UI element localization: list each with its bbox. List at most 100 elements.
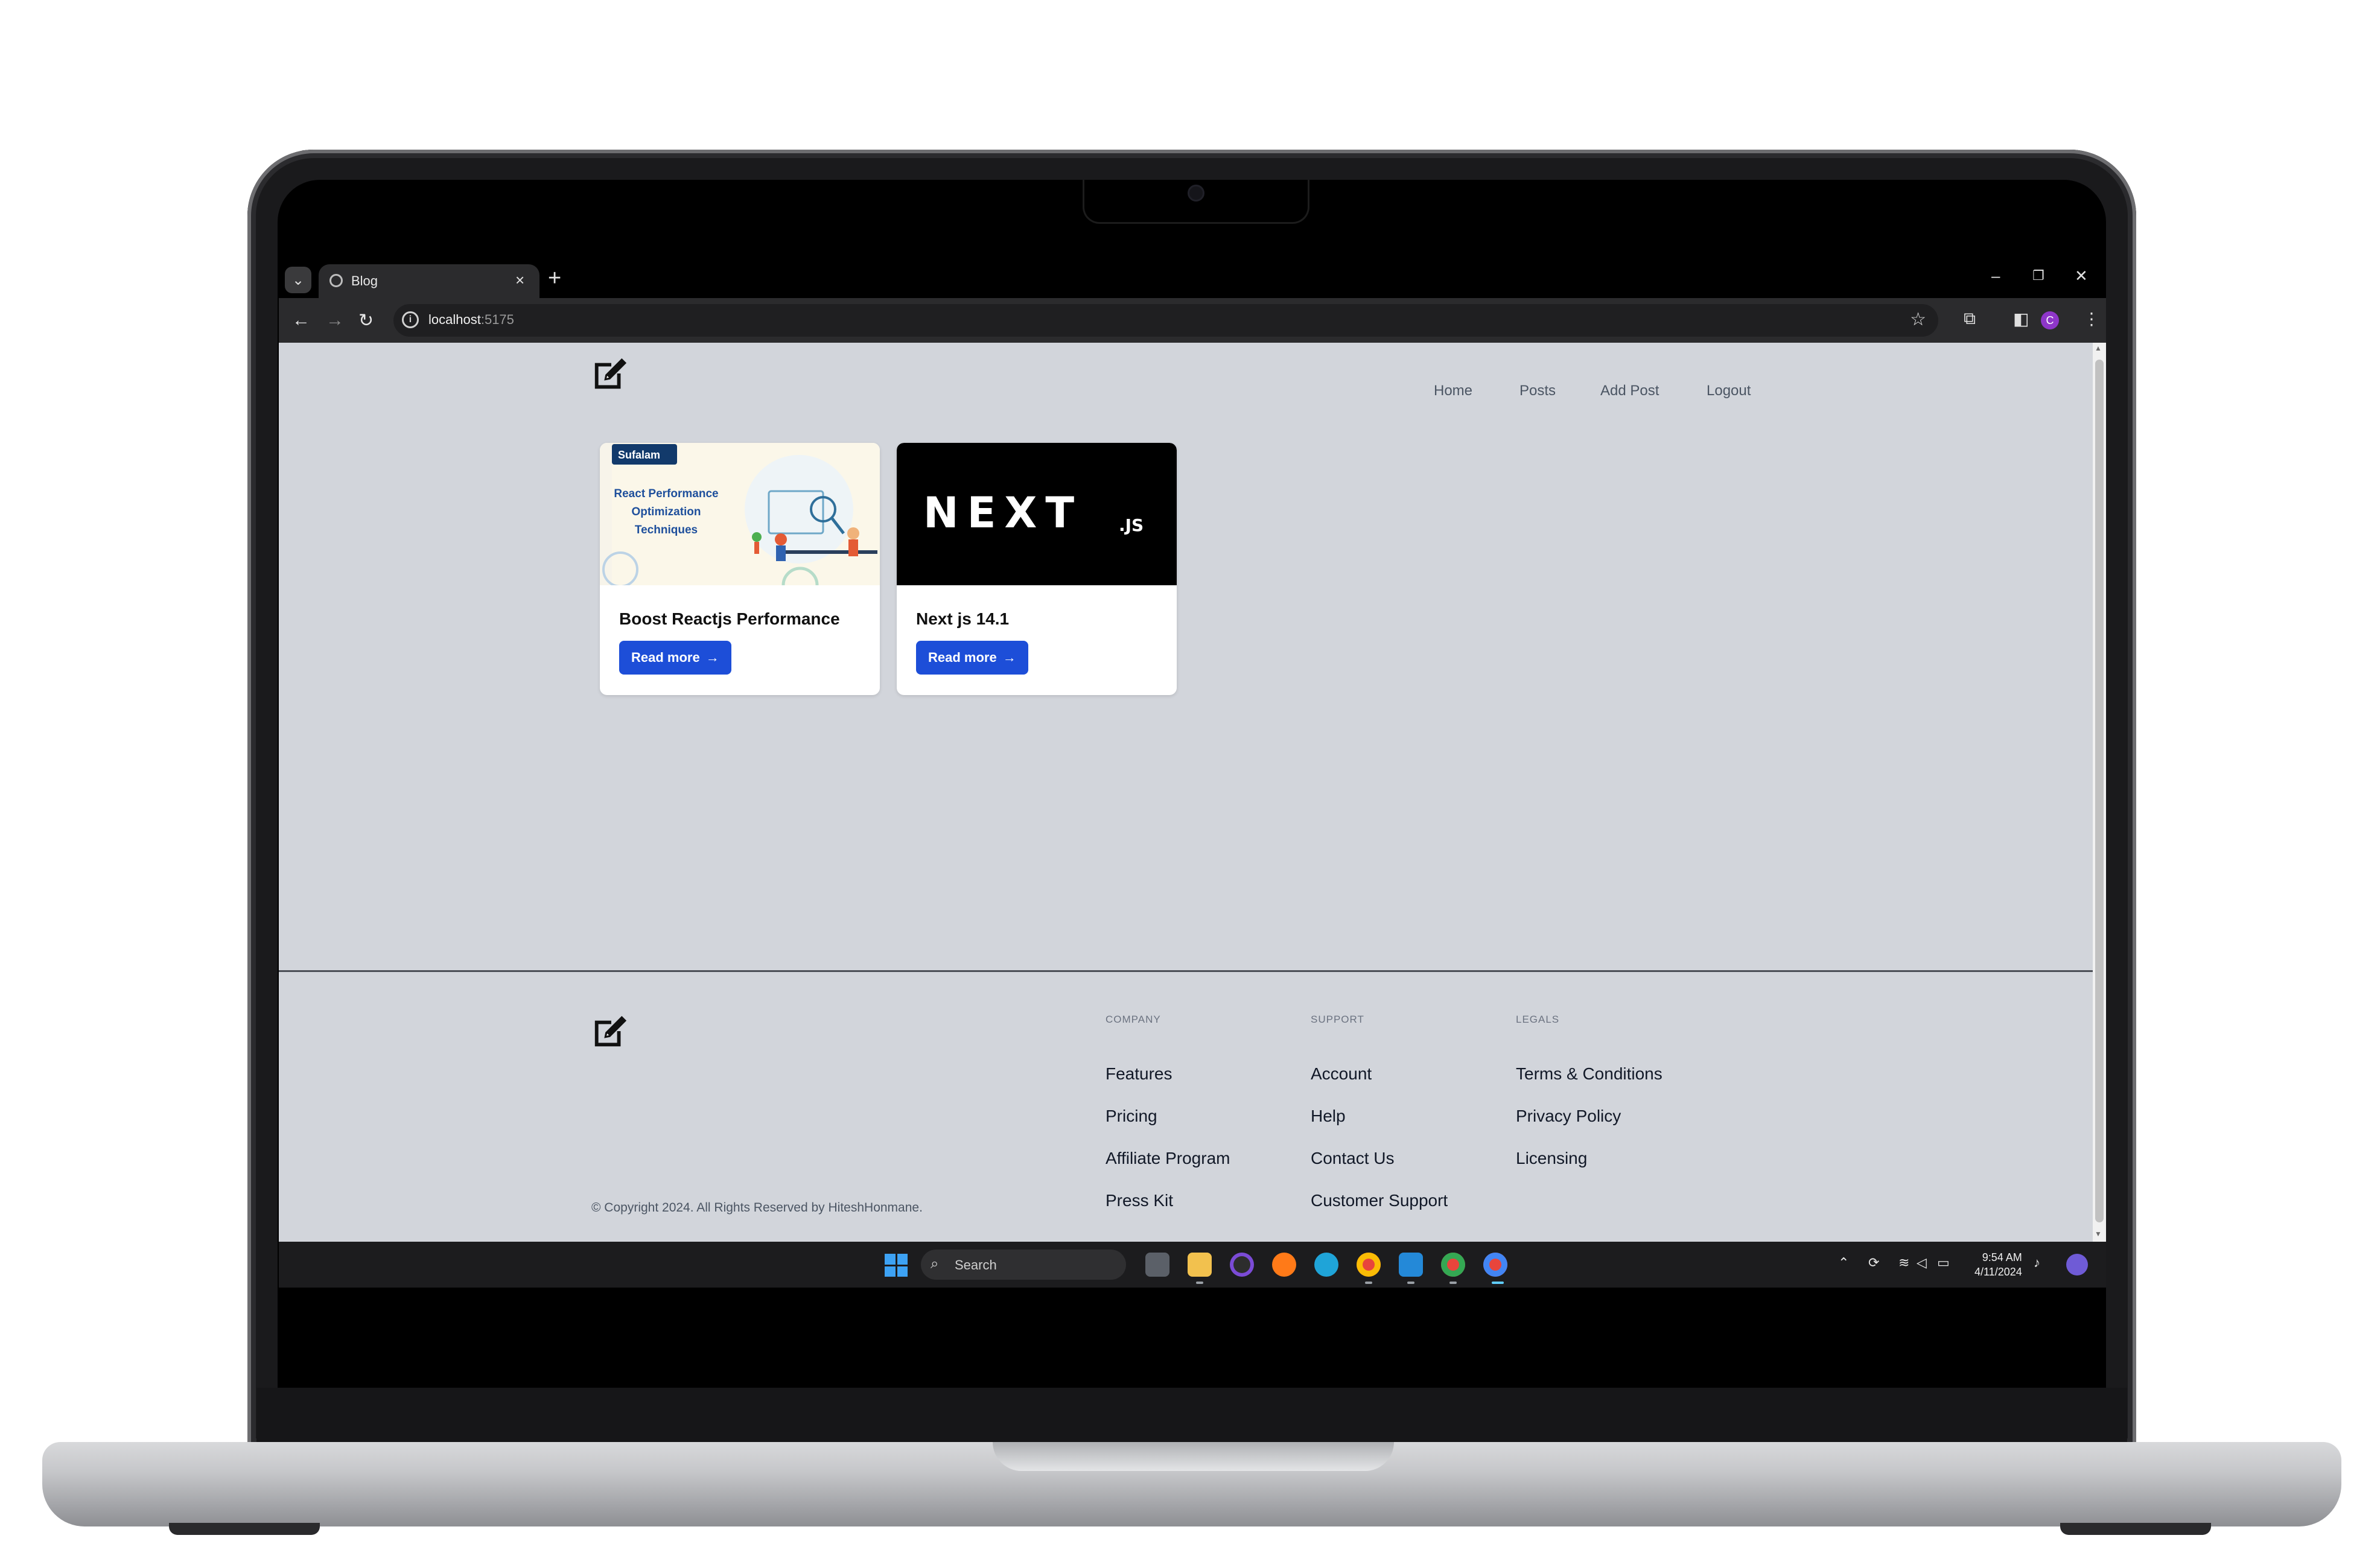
laptop-foot-right — [2060, 1523, 2211, 1535]
firefox-icon[interactable] — [1272, 1253, 1296, 1277]
running-indicator — [1407, 1282, 1414, 1284]
page-viewport: Home Posts Add Post Logout Sufalam React… — [279, 343, 2093, 1242]
svg-text:NEXT: NEXT — [923, 488, 1083, 538]
browser-toolbar: ← → ↻ i localhost:5175 ☆ ⧉ ◧ C ⋮ — [279, 298, 2106, 343]
read-more-button[interactable]: Read more → — [916, 641, 1028, 675]
footer-link[interactable]: Features — [1106, 1064, 1172, 1084]
edit-logo-icon[interactable] — [591, 1012, 629, 1050]
globe-icon — [329, 274, 343, 287]
nav-link-posts[interactable]: Posts — [1519, 383, 1556, 399]
profile-avatar[interactable]: C — [2041, 311, 2059, 329]
footer-link[interactable]: Help — [1311, 1107, 1346, 1126]
github-desktop-icon[interactable] — [1230, 1253, 1254, 1277]
laptop-foot-left — [169, 1523, 320, 1535]
extensions-icon[interactable]: ⧉ — [1964, 309, 1976, 329]
side-panel-icon[interactable]: ◧ — [2013, 309, 2029, 329]
reload-icon[interactable]: ↻ — [358, 310, 374, 331]
svg-text:Optimization: Optimization — [631, 506, 701, 518]
search-icon: ⌕ — [931, 1256, 939, 1272]
scrollbar-thumb[interactable] — [2095, 360, 2104, 1222]
new-tab-button[interactable]: + — [548, 265, 561, 291]
edge-icon[interactable] — [1314, 1253, 1338, 1277]
taskbar-search-placeholder: Search — [955, 1257, 997, 1272]
active-indicator — [1492, 1282, 1504, 1284]
restore-icon[interactable]: ❐ — [2032, 268, 2044, 284]
windows-start-icon[interactable] — [885, 1254, 908, 1277]
screen: ⌄ Blog × + – ❐ ✕ ← → ↻ i localhost:5175 … — [279, 259, 2106, 1370]
chrome-icon[interactable] — [1357, 1253, 1381, 1277]
address-bar[interactable]: i localhost:5175 ☆ — [393, 304, 1938, 337]
svg-text:Techniques: Techniques — [635, 524, 698, 536]
sync-icon[interactable]: ⟳ — [1868, 1255, 1879, 1271]
nav-link-home[interactable]: Home — [1434, 383, 1472, 399]
svg-text:React Performance: React Performance — [614, 488, 718, 500]
footer-link[interactable]: Pricing — [1106, 1107, 1157, 1126]
svg-text:.JS: .JS — [1119, 515, 1144, 535]
footer-heading-legals: LEGALS — [1516, 1014, 1560, 1025]
read-more-label: Read more — [631, 650, 700, 665]
scroll-down-icon[interactable]: ▼ — [2095, 1230, 2102, 1238]
footer-link[interactable]: Licensing — [1516, 1149, 1587, 1168]
running-indicator — [1365, 1282, 1372, 1284]
post-title[interactable]: Next js 14.1 — [916, 609, 1009, 629]
windows-taskbar: ⌕ Search ⌃ ⟳ ≋ ◁ ▭ 9:54 AM 4/11/2024 ♪ — [279, 1242, 2106, 1288]
minimize-icon[interactable]: – — [1991, 267, 2000, 285]
running-indicator — [1449, 1282, 1457, 1284]
clock-time: 9:54 AM — [1982, 1251, 2022, 1263]
task-view-icon[interactable] — [1145, 1253, 1169, 1277]
footer-link[interactable]: Terms & Conditions — [1516, 1064, 1662, 1084]
notification-bell-icon[interactable]: ♪ — [2034, 1255, 2040, 1271]
nav-link-logout[interactable]: Logout — [1707, 383, 1751, 399]
post-thumbnail: Sufalam React Performance Optimization T… — [600, 443, 880, 585]
svg-text:Sufalam: Sufalam — [618, 449, 660, 461]
tab-search-button[interactable]: ⌄ — [285, 267, 311, 293]
tab-title: Blog — [351, 273, 378, 288]
post-card: Sufalam React Performance Optimization T… — [600, 443, 880, 695]
read-more-label: Read more — [928, 650, 997, 665]
taskbar-search[interactable]: ⌕ Search — [921, 1250, 1126, 1280]
footer-link[interactable]: Account — [1311, 1064, 1372, 1084]
copilot-icon[interactable] — [2066, 1254, 2088, 1275]
camera-icon — [1188, 185, 1204, 202]
tab-strip: ⌄ Blog × + – ❐ ✕ — [279, 259, 2106, 298]
scroll-up-icon[interactable]: ▲ — [2095, 344, 2102, 352]
react-performance-illustration: Sufalam React Performance Optimization T… — [600, 443, 880, 585]
screen-bottom-black — [279, 1288, 2106, 1370]
read-more-button[interactable]: Read more → — [619, 641, 731, 675]
chrome-active-icon[interactable] — [1483, 1253, 1507, 1277]
chevron-down-icon: ⌄ — [291, 272, 305, 288]
show-hidden-icons[interactable]: ⌃ — [1838, 1255, 1849, 1271]
close-icon[interactable]: × — [515, 271, 524, 290]
running-indicator — [1196, 1282, 1203, 1284]
close-window-icon[interactable]: ✕ — [2075, 267, 2088, 285]
nav-link-add-post[interactable]: Add Post — [1600, 383, 1659, 399]
back-icon[interactable]: ← — [292, 310, 310, 331]
footer-link[interactable]: Contact Us — [1311, 1149, 1395, 1168]
forward-icon[interactable]: → — [326, 310, 344, 331]
url-text: localhost:5175 — [428, 312, 514, 327]
footer-divider — [279, 970, 2093, 972]
wifi-icon[interactable]: ≋ — [1898, 1255, 1909, 1271]
edit-logo-icon[interactable] — [591, 355, 629, 392]
volume-icon[interactable]: ◁ — [1917, 1255, 1927, 1271]
bookmark-star-icon[interactable]: ☆ — [1910, 309, 1926, 330]
footer-link[interactable]: Affiliate Program — [1106, 1149, 1230, 1168]
footer-link[interactable]: Customer Support — [1311, 1191, 1448, 1210]
site-info-icon[interactable]: i — [402, 311, 419, 328]
tab-blog[interactable]: Blog × — [319, 264, 539, 298]
arrow-right-icon: → — [705, 650, 719, 665]
footer-heading-support: SUPPORT — [1311, 1014, 1364, 1025]
battery-icon[interactable]: ▭ — [1937, 1255, 1950, 1271]
footer-link[interactable]: Press Kit — [1106, 1191, 1173, 1210]
post-title[interactable]: Boost Reactjs Performance — [619, 609, 840, 629]
clock-date: 4/11/2024 — [1974, 1266, 2022, 1278]
chrome-profile-icon[interactable] — [1441, 1253, 1465, 1277]
footer-link[interactable]: Privacy Policy — [1516, 1107, 1621, 1126]
vscode-icon[interactable] — [1399, 1253, 1423, 1277]
file-explorer-icon[interactable] — [1188, 1253, 1212, 1277]
laptop-chin — [256, 1388, 2127, 1442]
footer-heading-company: COMPANY — [1106, 1014, 1161, 1025]
laptop-base-groove — [993, 1442, 1394, 1471]
taskbar-clock[interactable]: 9:54 AM 4/11/2024 — [1974, 1250, 2022, 1279]
menu-kebab-icon[interactable]: ⋮ — [2083, 309, 2100, 329]
